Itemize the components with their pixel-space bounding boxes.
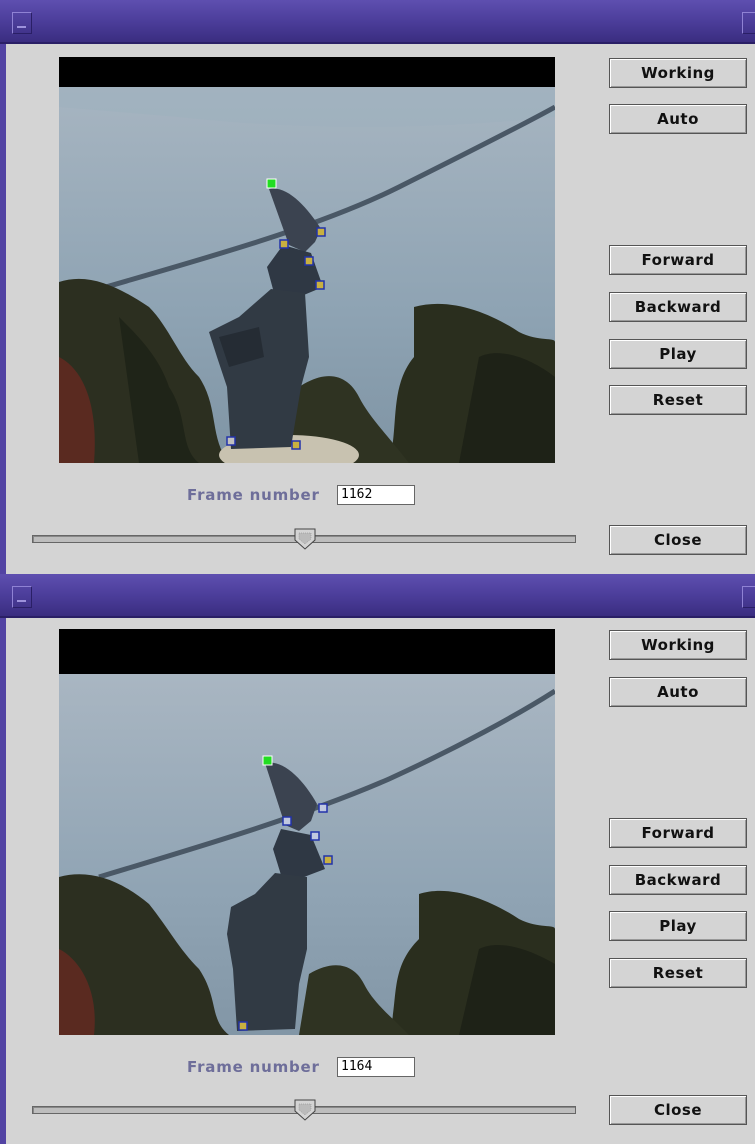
backward-button[interactable]: Backward	[609, 865, 747, 895]
frame-number-input[interactable]: 1164	[337, 1057, 415, 1077]
joint-marker	[316, 227, 326, 237]
joint-marker	[291, 440, 301, 450]
window-control-button[interactable]	[742, 586, 755, 608]
frame-slider-thumb[interactable]	[294, 528, 316, 550]
play-button[interactable]: Play	[609, 339, 747, 369]
reset-button[interactable]: Reset	[609, 958, 747, 988]
frame-number-input[interactable]: 1162	[337, 485, 415, 505]
play-button[interactable]: Play	[609, 911, 747, 941]
reset-button[interactable]: Reset	[609, 385, 747, 415]
root-joint-marker	[262, 755, 273, 766]
joint-marker	[318, 803, 328, 813]
working-button[interactable]: Working	[609, 630, 747, 660]
window-border	[0, 618, 6, 1144]
frame-number-label: Frame number	[187, 486, 320, 504]
tracker-window-2: Working Auto Forward Backward Play Reset…	[0, 574, 755, 1144]
joint-marker	[282, 816, 292, 826]
joint-marker	[315, 280, 325, 290]
title-bar[interactable]	[0, 574, 755, 618]
video-frame[interactable]	[59, 629, 555, 1035]
backward-button[interactable]: Backward	[609, 292, 747, 322]
window-menu-button[interactable]	[12, 586, 32, 608]
video-image	[59, 629, 555, 1035]
joint-marker	[226, 436, 236, 446]
video-frame[interactable]	[59, 57, 555, 463]
close-button[interactable]: Close	[609, 1095, 747, 1125]
window-border	[0, 44, 6, 574]
window-control-button[interactable]	[742, 12, 755, 34]
auto-button[interactable]: Auto	[609, 677, 747, 707]
joint-marker	[310, 831, 320, 841]
frame-number-label: Frame number	[187, 1058, 320, 1076]
forward-button[interactable]: Forward	[609, 818, 747, 848]
close-button[interactable]: Close	[609, 525, 747, 555]
video-image	[59, 57, 555, 463]
forward-button[interactable]: Forward	[609, 245, 747, 275]
auto-button[interactable]: Auto	[609, 104, 747, 134]
title-bar[interactable]	[0, 0, 755, 44]
joint-marker	[238, 1021, 248, 1031]
root-joint-marker	[266, 178, 277, 189]
joint-marker	[323, 855, 333, 865]
frame-slider-thumb[interactable]	[294, 1099, 316, 1121]
tracker-window-1: Working Auto Forward Backward Play Reset…	[0, 0, 755, 574]
joint-marker	[304, 256, 314, 266]
window-menu-button[interactable]	[12, 12, 32, 34]
working-button[interactable]: Working	[609, 58, 747, 88]
joint-marker	[279, 239, 289, 249]
